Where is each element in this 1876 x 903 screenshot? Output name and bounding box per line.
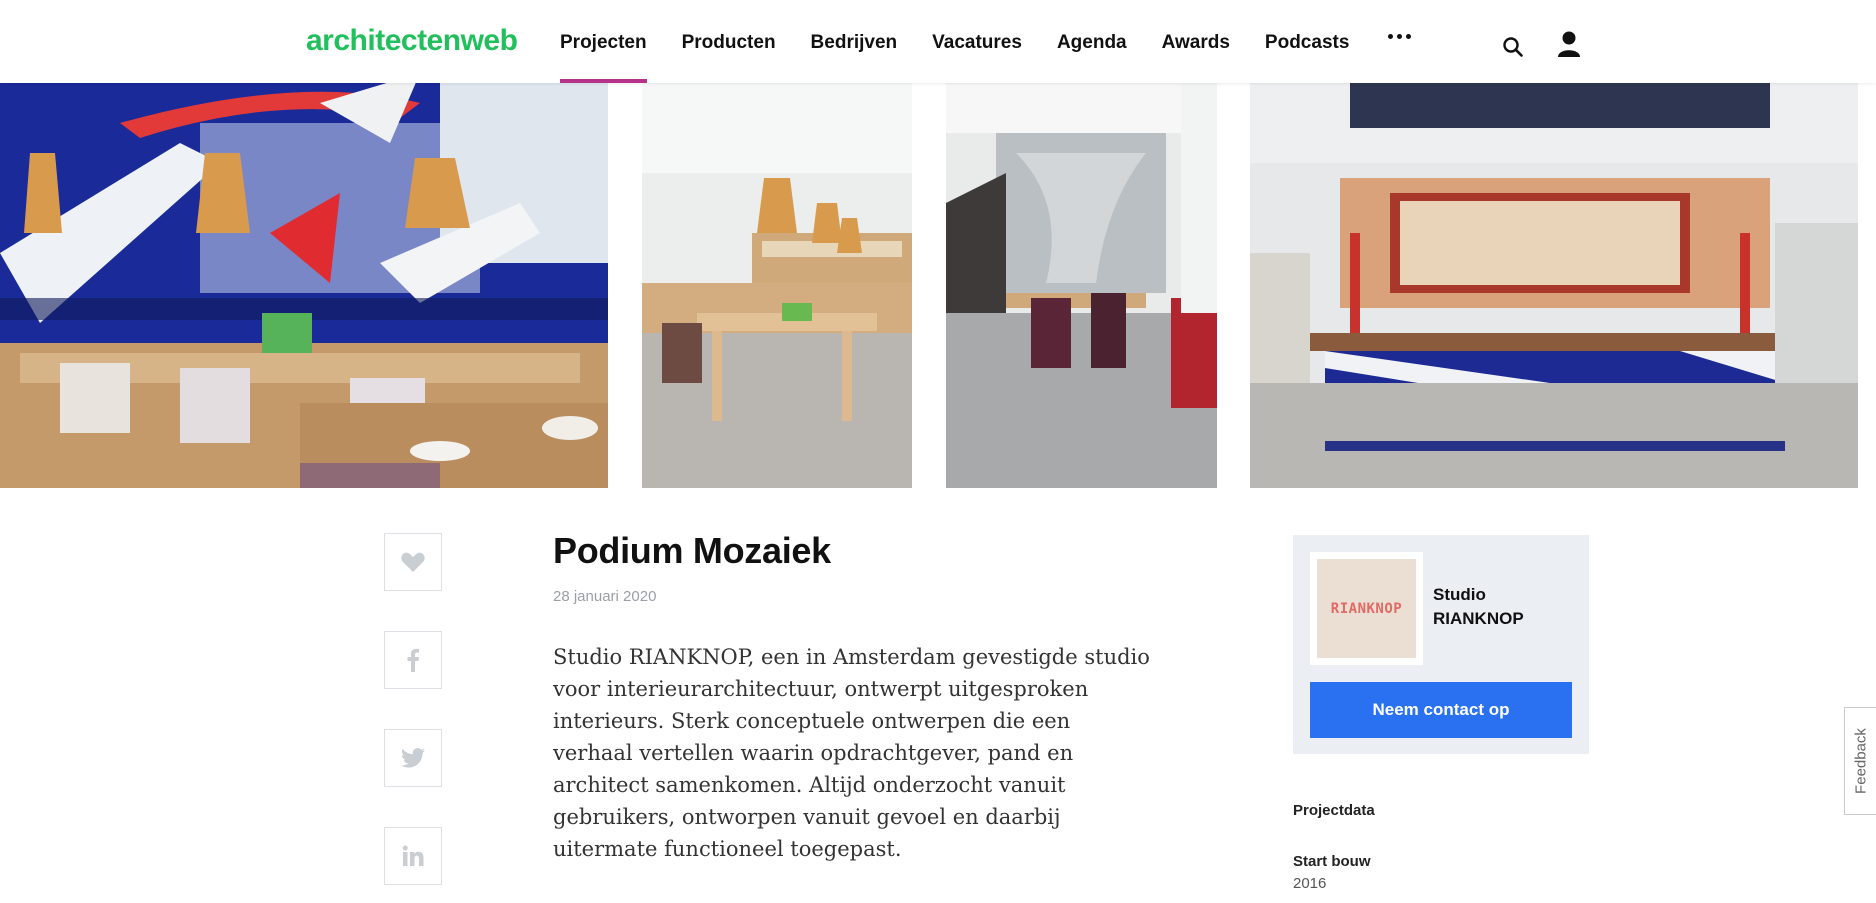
contact-button[interactable]: Neem contact op [1310,682,1572,738]
site-header: architectenweb Projecten Producten Bedri… [0,0,1876,83]
gallery-photo-dining[interactable] [642,83,912,488]
publish-date: 28 januari 2020 [553,588,657,605]
nav-producten[interactable]: Producten [682,0,776,83]
twitter-icon [401,748,425,768]
gallery-photo-bar[interactable] [1250,83,1858,488]
feedback-tab[interactable]: Feedback [1844,707,1876,815]
nav-podcasts[interactable]: Podcasts [1265,0,1349,83]
feedback-label: Feedback [1852,728,1870,794]
article-intro: Studio RIANKNOP, een in Amsterdam gevest… [553,645,1150,861]
heart-icon [401,552,425,572]
facebook-icon [407,648,419,672]
start-bouw-value: 2016 [1293,875,1327,892]
linkedin-icon [402,845,424,866]
project-gallery [0,83,1876,488]
company-logo[interactable]: RIANKNOP [1310,552,1423,665]
nav-awards[interactable]: Awards [1162,0,1230,83]
company-name[interactable]: Studio RIANKNOP [1433,583,1573,631]
nav-bedrijven[interactable]: Bedrijven [811,0,898,83]
like-button[interactable] [384,533,442,591]
share-facebook-button[interactable] [384,631,442,689]
project-data-heading: Projectdata [1293,802,1375,819]
site-logo[interactable]: architectenweb [306,24,518,58]
share-twitter-button[interactable] [384,729,442,787]
gallery-photo-mural[interactable] [0,83,608,488]
page-title: Podium Mozaiek [553,530,831,571]
user-icon[interactable] [1556,30,1582,58]
company-card: RIANKNOP Studio RIANKNOP Neem contact op [1293,535,1589,754]
nav-projecten[interactable]: Projecten [560,0,647,83]
gallery-photo-glass-partition[interactable] [946,83,1217,488]
more-menu-icon[interactable] [1388,34,1411,39]
share-linkedin-button[interactable] [384,827,442,885]
main-nav: Projecten Producten Bedrijven Vacatures … [560,0,1384,83]
start-bouw-label: Start bouw [1293,853,1371,870]
search-icon[interactable] [1502,36,1524,58]
company-logo-text: RIANKNOP [1317,559,1416,658]
nav-agenda[interactable]: Agenda [1057,0,1127,83]
nav-vacatures[interactable]: Vacatures [932,0,1022,83]
